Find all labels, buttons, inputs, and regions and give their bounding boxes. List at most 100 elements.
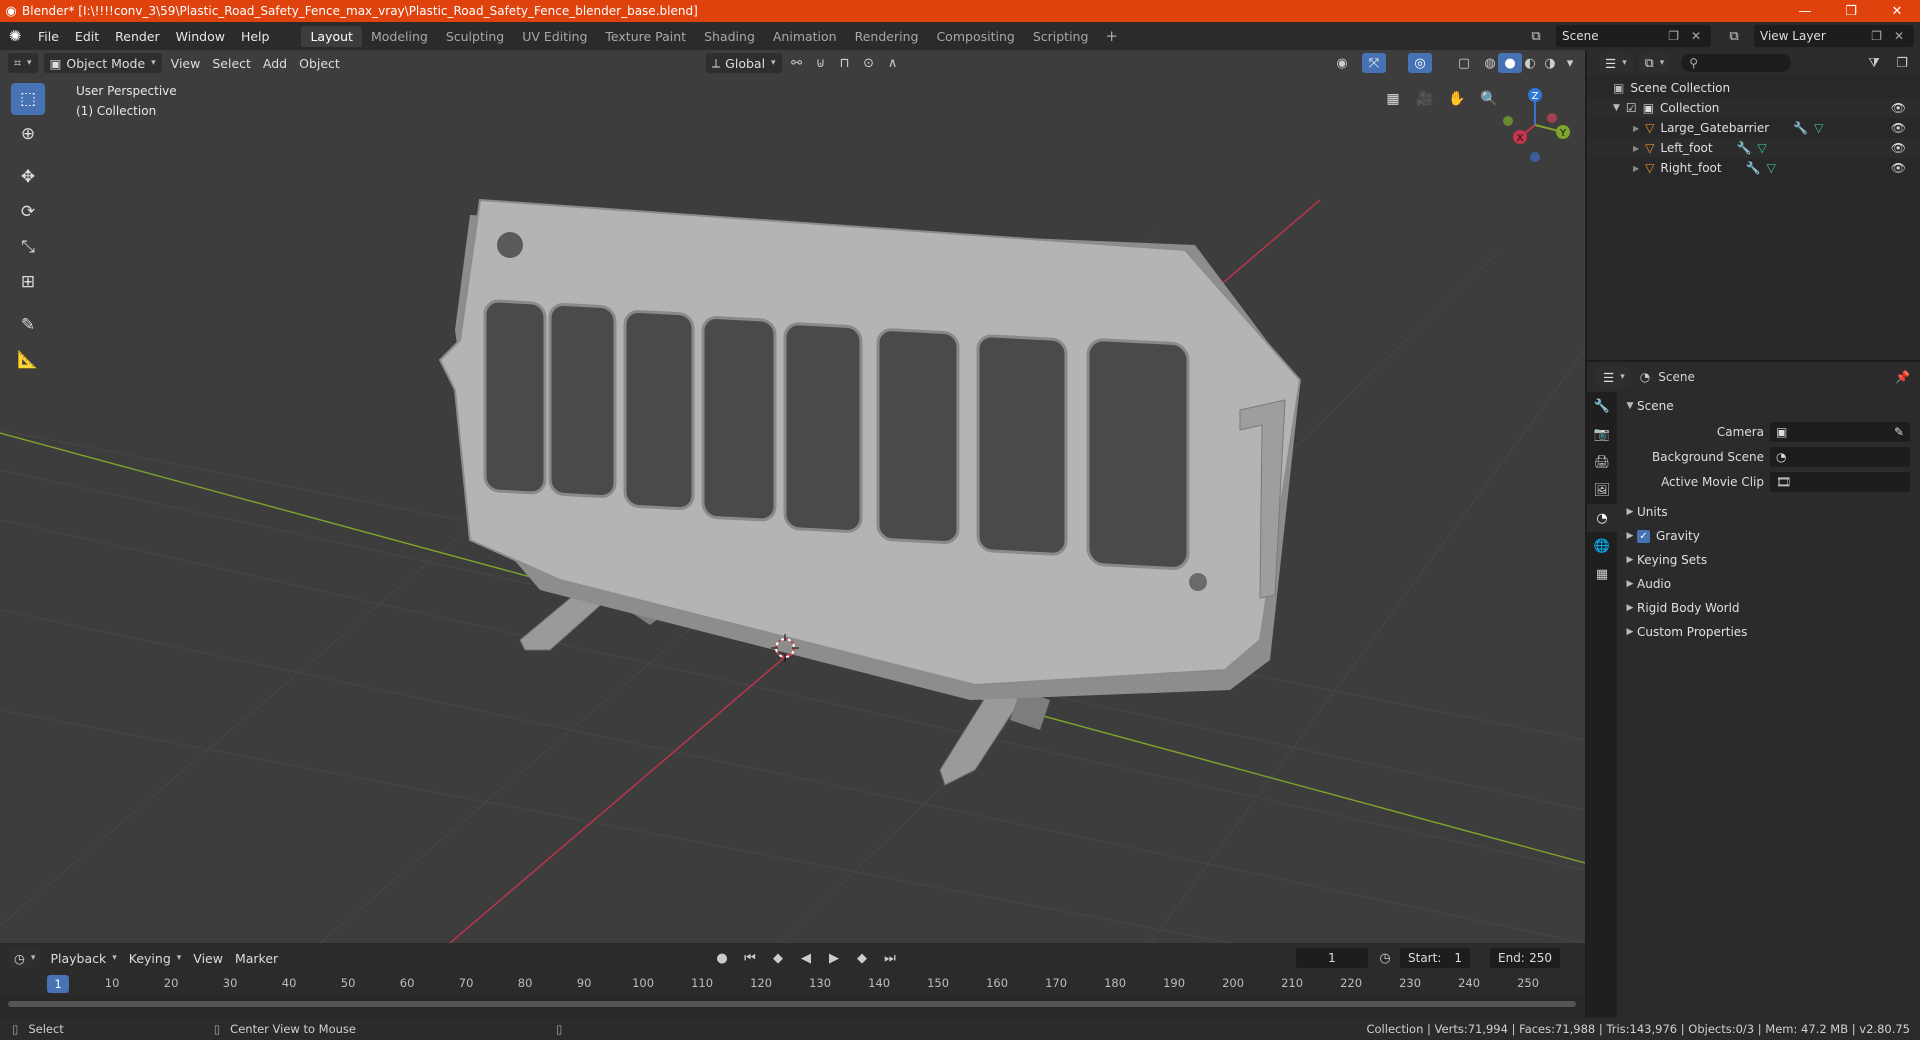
blender-menu-icon[interactable]: ✺ — [0, 27, 30, 45]
world-tab-icon[interactable]: 🌐 — [1587, 532, 1617, 560]
new-scene-icon[interactable]: ❐ — [1668, 29, 1679, 43]
mesh-data-icon[interactable]: ▽ — [1767, 161, 1776, 175]
modifier-icon[interactable]: 🔧 — [1793, 121, 1808, 135]
viewport-menu-view[interactable]: View — [165, 53, 207, 73]
camera-view-icon[interactable]: 🎥 — [1412, 86, 1438, 112]
timeline-menu-marker[interactable]: Marker — [229, 948, 284, 968]
rigid-body-panel-header[interactable]: ▶ Rigid Body World — [1617, 596, 1920, 620]
menu-help[interactable]: Help — [233, 29, 278, 44]
scene-field[interactable]: Scene ❐ ✕ — [1556, 25, 1711, 47]
expand-object-icon[interactable]: ▶ — [1633, 144, 1639, 153]
modifier-icon[interactable]: 🔧 — [1746, 161, 1761, 175]
tab-scripting[interactable]: Scripting — [1024, 26, 1098, 47]
record-icon[interactable]: ● — [710, 948, 734, 968]
mode-dropdown[interactable]: ▣ Object Mode ▾ — [43, 53, 162, 73]
proportional-edit-icon[interactable]: ⊙ — [857, 53, 881, 73]
visibility-selectable-icon[interactable]: ◉ — [1330, 53, 1354, 73]
scene-tab-icon[interactable]: ◔ — [1587, 504, 1617, 532]
maximize-button[interactable]: ❐ — [1828, 0, 1874, 22]
menu-edit[interactable]: Edit — [67, 29, 107, 44]
gizmo-neg-x[interactable] — [1547, 113, 1557, 123]
select-box-tool-icon[interactable]: ⬚ — [11, 83, 45, 115]
jump-start-icon[interactable]: ⏮ — [738, 948, 762, 968]
units-panel-header[interactable]: ▶ Units — [1617, 500, 1920, 524]
rotate-tool-icon[interactable]: ⟳ — [11, 196, 45, 228]
object-visibility-icon[interactable]: 👁 — [1891, 121, 1906, 135]
scale-tool-icon[interactable]: ⤡ — [11, 231, 45, 263]
view-layer-field[interactable]: View Layer ❐ ✕ — [1754, 25, 1914, 47]
audio-panel-header[interactable]: ▶ Audio — [1617, 572, 1920, 596]
cursor-tool-icon[interactable]: ⊕ — [11, 118, 45, 150]
outliner-row-object[interactable]: ▶ ▽ Large_Gatebarrier 🔧 ▽ 👁 — [1587, 118, 1920, 138]
properties-editor-type[interactable]: ☰ ▾ — [1597, 367, 1631, 387]
shading-options-icon[interactable]: ▾ — [1558, 53, 1582, 73]
expand-object-icon[interactable]: ▶ — [1633, 124, 1639, 133]
view-layer-icon[interactable]: ⧉ — [1722, 26, 1746, 46]
outliner-row-object[interactable]: ▶ ▽ Right_foot 🔧 ▽ 👁 — [1587, 158, 1920, 178]
tab-shading[interactable]: Shading — [695, 26, 764, 47]
filter-icon[interactable]: ⧩ — [1862, 53, 1886, 73]
move-tool-icon[interactable]: ✥ — [11, 161, 45, 193]
transform-tool-icon[interactable]: ⊞ — [11, 266, 45, 298]
expand-collection-icon[interactable]: ▼ — [1613, 103, 1620, 113]
tab-uv-editing[interactable]: UV Editing — [513, 26, 596, 47]
object-visibility-icon[interactable]: 👁 — [1891, 161, 1906, 175]
mesh-data-icon[interactable]: ▽ — [1758, 141, 1767, 155]
outliner-row-collection[interactable]: ▼ ☑ ▣ Collection 👁 — [1587, 98, 1920, 118]
play-reverse-icon[interactable]: ◀ — [794, 948, 818, 968]
close-button[interactable]: ✕ — [1874, 0, 1920, 22]
view-layer-tab-icon[interactable]: 🖼 — [1587, 476, 1617, 504]
camera-field[interactable]: ▣ ✎ — [1770, 422, 1910, 442]
outliner-search-input[interactable]: ⚲ — [1681, 54, 1792, 72]
viewport-menu-add[interactable]: Add — [257, 53, 293, 73]
timeline-menu-view[interactable]: View — [187, 948, 229, 968]
tab-sculpting[interactable]: Sculpting — [437, 26, 513, 47]
gizmo-neg-z[interactable] — [1530, 152, 1540, 162]
collection-checkbox[interactable]: ☑ — [1626, 101, 1637, 115]
render-tab-icon[interactable]: 📷 — [1587, 420, 1617, 448]
keying-sets-panel-header[interactable]: ▶ Keying Sets — [1617, 548, 1920, 572]
start-frame-field[interactable]: Start: 1 — [1400, 948, 1470, 968]
viewport-menu-object[interactable]: Object — [293, 53, 346, 73]
annotate-tool-icon[interactable]: ✎ — [11, 309, 45, 341]
preview-range-icon[interactable]: ◷ — [1373, 948, 1397, 968]
jump-end-icon[interactable]: ⏭ — [878, 948, 902, 968]
eyedropper-icon[interactable]: ✎ — [1894, 425, 1904, 439]
timeline-ruler[interactable]: 10 20 30 40 50 60 70 80 90 100 110 120 130 140 150 160 1… — [0, 973, 1585, 995]
outliner-editor-type[interactable]: ☰ ▾ — [1599, 53, 1633, 73]
background-scene-field[interactable]: ◔ — [1770, 447, 1910, 467]
tool-tab-icon[interactable]: 🔧 — [1587, 392, 1617, 420]
xray-toggle-icon[interactable]: ▢ — [1452, 53, 1476, 73]
show-gizmo-icon[interactable]: ⤧ — [1362, 53, 1386, 73]
remove-view-layer-icon[interactable]: ✕ — [1894, 29, 1904, 43]
menu-file[interactable]: File — [30, 29, 67, 44]
current-frame-marker[interactable]: 1 — [47, 975, 69, 993]
remove-scene-icon[interactable]: ✕ — [1691, 29, 1701, 43]
tab-layout[interactable]: Layout — [301, 25, 362, 47]
navigation-gizmo[interactable]: Z Y X — [1503, 88, 1570, 162]
current-frame-field[interactable]: 1 — [1296, 948, 1368, 968]
minimize-button[interactable]: — — [1782, 0, 1828, 22]
add-workspace-button[interactable]: + — [1097, 27, 1126, 45]
display-mode-dropdown[interactable]: ⧉ ▾ — [1638, 53, 1671, 73]
menu-render[interactable]: Render — [107, 29, 168, 44]
tab-rendering[interactable]: Rendering — [846, 26, 928, 47]
timeline-scrollbar[interactable] — [8, 1001, 1576, 1007]
mesh-data-icon[interactable]: ▽ — [1814, 121, 1823, 135]
tab-animation[interactable]: Animation — [764, 26, 846, 47]
tab-modeling[interactable]: Modeling — [362, 26, 437, 47]
play-icon[interactable]: ▶ — [822, 948, 846, 968]
timeline-editor-type[interactable]: ◷ ▾ — [8, 948, 42, 968]
texture-tab-icon[interactable]: ▦ — [1587, 560, 1617, 588]
fence-model[interactable] — [438, 198, 1302, 786]
viewport-menu-select[interactable]: Select — [206, 53, 257, 73]
timeline-menu-playback[interactable]: Playback ▾ — [44, 948, 122, 968]
editor-type-menu[interactable]: ⌗ ▾ — [8, 53, 38, 73]
scene-panel-header[interactable]: ▼ Scene — [1617, 394, 1920, 418]
outliner-row-object[interactable]: ▶ ▽ Left_foot 🔧 ▽ 👁 — [1587, 138, 1920, 158]
new-view-layer-icon[interactable]: ❐ — [1871, 29, 1882, 43]
prev-keyframe-icon[interactable]: ◆ — [766, 948, 790, 968]
object-visibility-icon[interactable]: 👁 — [1891, 141, 1906, 155]
timeline-menu-keying[interactable]: Keying ▾ — [123, 948, 188, 968]
outliner-row-scene-collection[interactable]: ▣ Scene Collection — [1587, 78, 1920, 98]
